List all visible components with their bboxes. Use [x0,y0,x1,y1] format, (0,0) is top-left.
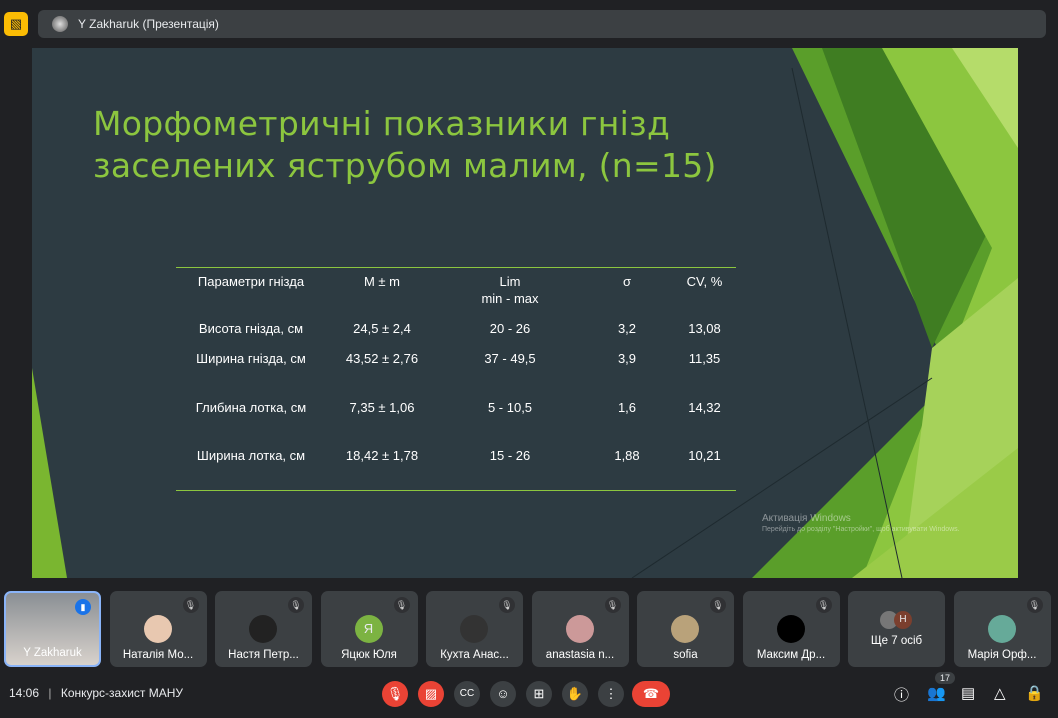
participant-name: Марія Орф... [967,649,1037,661]
mic-muted-icon: 🎙 [499,597,515,613]
participant-name: anastasia n... [545,649,615,661]
participant-tile[interactable]: 🎙 Кухта Анас... [426,591,523,667]
column-header: σ [622,274,632,289]
table-cell: 20 - 26 [489,321,531,336]
avatar [987,615,1016,643]
mic-muted-icon: 🎙 [710,597,726,613]
table-cell: 37 - 49,5 [484,351,536,366]
avatar [671,615,699,643]
participant-name: sofia [673,649,698,661]
participant-tile[interactable]: 🎙 Наталія Мо... [109,591,207,667]
participant-tile[interactable]: 🎙 Я Яцюк Юля [320,591,418,667]
table-cell: 24,5 ± 2,4 [353,321,411,336]
table-cell: 11,35 [688,351,721,366]
title-line: Морфометричні показники гнізд [93,104,671,143]
table-cell: 13,08 [688,321,721,336]
header-line: min - max [481,291,539,306]
table-cell: 10,21 [688,448,721,463]
participant-name: Настя Петр... [228,649,299,661]
clock: 14:06 [9,686,40,700]
mic-muted-icon: 🎙 [604,597,621,613]
more-options-button[interactable]: ⋮ [598,681,624,707]
column-header: Lim min - max [450,274,570,306]
table-cell: 1,88 [614,448,640,463]
avatar [460,615,488,643]
presentation-slide: Морфометричні показники гнізд заселених … [32,48,1018,578]
emoji-button[interactable]: ☺ [490,681,516,707]
host-controls-icon[interactable]: 🔒 [1025,684,1044,702]
column-header: Параметри гнізда [197,274,305,289]
mic-muted-icon: 🎙 [288,597,304,613]
table-cell: Висота гнізда, см [198,321,304,336]
table-cell: Ширина лотка, см [196,448,306,463]
participant-name: Кухта Анас... [440,649,509,661]
presenter-bar: Y Zakharuk (Презентація) [38,10,1046,38]
present-screen-button[interactable]: ⊞ [526,681,552,707]
end-call-button[interactable]: ☎ [632,681,670,707]
people-icon[interactable]: 👥 [927,684,946,702]
mic-muted-icon: 🎙 [1026,597,1043,613]
participant-tile[interactable]: Н Ще 7 осіб [848,591,945,667]
slide-title: Морфометричні показники гнізд заселених … [93,103,717,187]
column-header: M ± m [363,274,401,289]
presentation-icon[interactable]: ▧ [4,12,28,36]
mic-muted-icon: 🎙 [182,597,199,613]
header-line: Lim [499,274,521,289]
meeting-info: 14:06 | Конкурс-захист МАНУ [9,686,183,700]
mic-off-button[interactable]: 🎙 [382,681,408,707]
watermark-title: Активація Windows [762,513,851,524]
camera-off-button[interactable]: ▨ [418,681,444,707]
participant-name: Y Zakharuk [23,647,82,659]
speaking-indicator-icon: ▮ [75,599,91,615]
people-count-badge: 17 [935,672,956,684]
table-cell: Глибина лотка, см [195,400,307,415]
meeting-details-icon[interactable]: ⓘ [894,684,909,705]
table-top-rule [176,267,736,268]
captions-button[interactable]: CC [454,681,480,707]
participant-name: Максим Др... [756,649,826,661]
mic-muted-icon: 🎙 [393,597,410,613]
participant-tile[interactable]: 🎙 Максим Др... [742,591,840,667]
table-bottom-rule [176,490,736,491]
participant-name: Ще 7 осіб [870,635,923,647]
avatar [249,615,277,643]
watermark-text: Перейдіть до розділу "Настройки", щоб ак… [762,526,960,533]
participant-tile[interactable]: 🎙 Марія Орф... [953,591,1051,667]
mic-muted-icon: 🎙 [815,597,832,613]
table-cell: 15 - 26 [489,448,531,463]
participant-tile[interactable]: 🎙 anastasia n... [531,591,629,667]
title-line: заселених яструбом малим, (n=15) [93,146,717,185]
raise-hand-button[interactable]: ✋ [562,681,588,707]
meeting-title: Конкурс-захист МАНУ [60,686,184,700]
participant-tile[interactable]: 🎙 sofia [637,591,734,667]
table-cell: 1,6 [617,400,637,415]
participant-tile[interactable]: ▮ Y Zakharuk [4,591,101,667]
windows-activation-watermark: Активація Windows Перейдіть до розділу "… [762,513,960,533]
avatar: Н [894,611,912,629]
table-cell: 18,42 ± 1,78 [345,448,419,463]
table-cell: 43,52 ± 2,76 [345,351,419,366]
avatar [565,615,594,643]
avatar: Я [354,615,383,643]
column-header: CV, % [686,274,723,289]
table-cell: 14,32 [688,400,721,415]
avatar [143,615,172,643]
presenter-title: Y Zakharuk (Презентація) [78,17,219,31]
table-cell: 7,35 ± 1,06 [349,400,415,415]
table-cell: 5 - 10,5 [487,400,533,415]
table-cell: Ширина гнізда, см [196,351,306,366]
participant-name: Яцюк Юля [341,649,397,661]
table-cell: 3,9 [617,351,637,366]
avatar [776,615,805,643]
participant-name: Наталія Мо... [122,649,194,661]
chat-icon[interactable]: ▤ [961,684,975,702]
avatar [52,16,68,32]
participant-tile[interactable]: 🎙 Настя Петр... [215,591,312,667]
table-cell: 3,2 [617,321,637,336]
activities-icon[interactable]: △ [994,684,1006,702]
separator: | [48,686,52,700]
